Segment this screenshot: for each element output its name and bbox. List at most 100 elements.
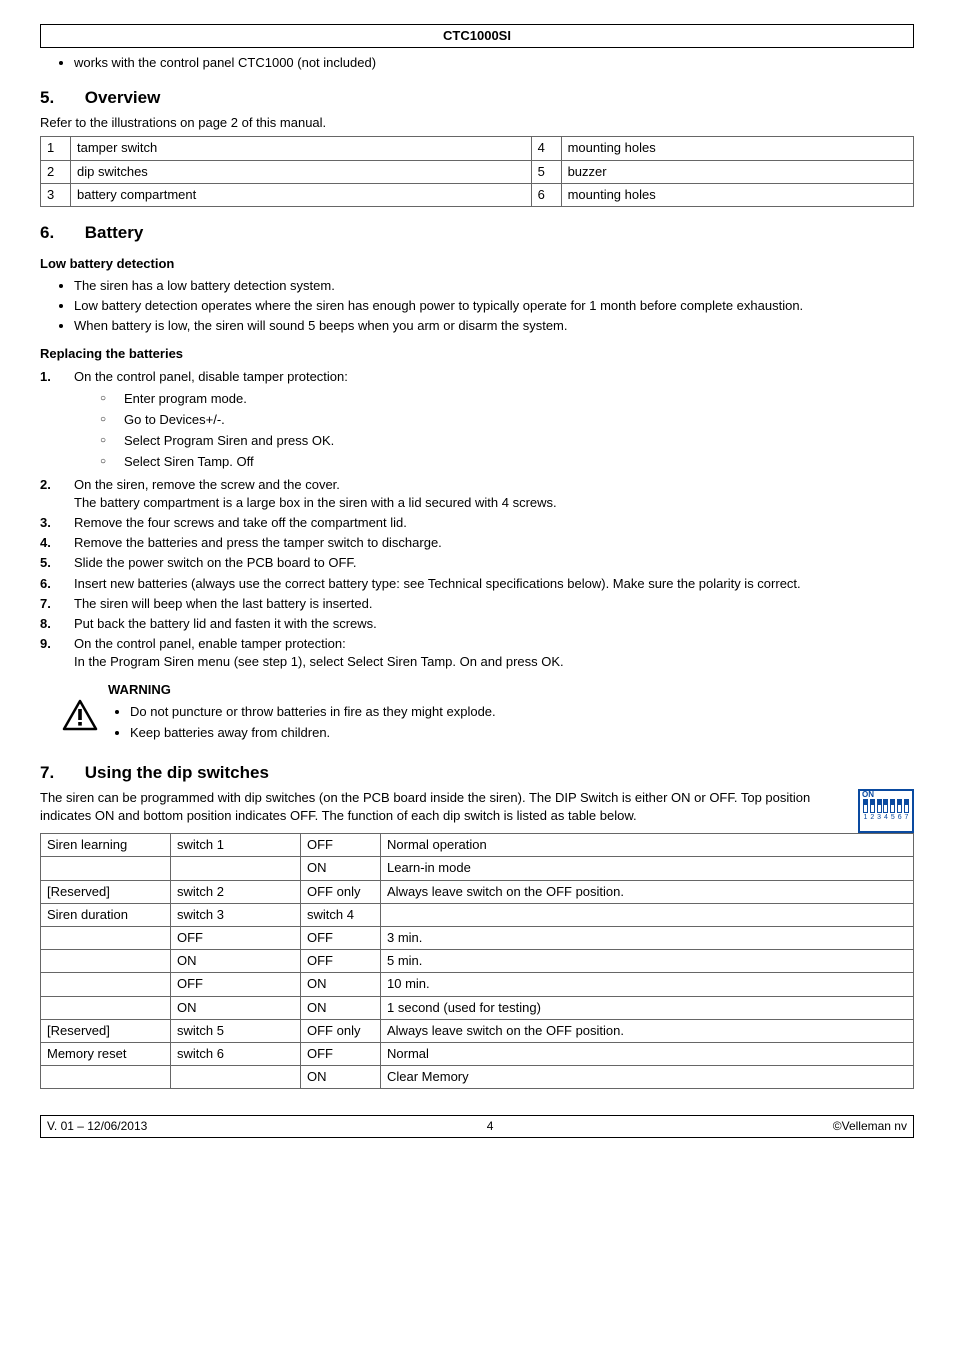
- dip-cell: Siren duration: [41, 903, 171, 926]
- dip-cell: OFF: [301, 1042, 381, 1065]
- step-7: The siren will beep when the last batter…: [40, 595, 914, 613]
- step-text: On the control panel, disable tamper pro…: [74, 369, 348, 384]
- dip-cell: Normal: [381, 1042, 914, 1065]
- dip-cell: 10 min.: [381, 973, 914, 996]
- dip-num: 7: [905, 813, 909, 823]
- section5-title: Overview: [85, 88, 161, 107]
- step-text: In the Program Siren menu (see step 1), …: [74, 654, 564, 669]
- dip-cell: ON: [171, 950, 301, 973]
- step-text: On the siren, remove the screw and the c…: [74, 477, 340, 492]
- low-battery-heading: Low battery detection: [40, 255, 914, 273]
- table-row: ON Clear Memory: [41, 1066, 914, 1089]
- table-row: 1 tamper switch 4 mounting holes: [41, 137, 914, 160]
- part-num: 1: [41, 137, 71, 160]
- dip-switch-cell: [883, 799, 888, 813]
- footer-center: 4: [487, 1118, 494, 1135]
- step-text: Put back the battery lid and fasten it w…: [74, 616, 377, 631]
- parts-table: 1 tamper switch 4 mounting holes 2 dip s…: [40, 136, 914, 207]
- dip-cell: Always leave switch on the OFF position.: [381, 1019, 914, 1042]
- dip-cell: switch 1: [171, 834, 301, 857]
- section7-heading: 7. Using the dip switches: [40, 761, 914, 785]
- section5-heading: 5. Overview: [40, 86, 914, 110]
- dip-cell: ON: [301, 996, 381, 1019]
- dip-cell: ON: [301, 1066, 381, 1089]
- dip-num: 4: [884, 813, 888, 823]
- step-8: Put back the battery lid and fasten it w…: [40, 615, 914, 633]
- dip-cell: [41, 926, 171, 949]
- warning-bullets: Do not puncture or throw batteries in fi…: [108, 703, 496, 742]
- step-5: Slide the power switch on the PCB board …: [40, 554, 914, 572]
- list-item: Do not puncture or throw batteries in fi…: [130, 703, 496, 721]
- warning-heading: WARNING: [108, 681, 496, 699]
- dip-cell: [41, 950, 171, 973]
- table-row: 2 dip switches 5 buzzer: [41, 160, 914, 183]
- table-row: [Reserved] switch 5 OFF only Always leav…: [41, 1019, 914, 1042]
- step-1-substeps: Enter program mode. Go to Devices+/-. Se…: [74, 390, 914, 472]
- dip-cell: Learn-in mode: [381, 857, 914, 880]
- top-bullet: works with the control panel CTC1000 (no…: [74, 54, 914, 72]
- dip-cell: [Reserved]: [41, 880, 171, 903]
- part-num: 5: [531, 160, 561, 183]
- dip-cell: ON: [301, 857, 381, 880]
- dip-cell: [171, 1066, 301, 1089]
- step-3: Remove the four screws and take off the …: [40, 514, 914, 532]
- step-text: The siren will beep when the last batter…: [74, 596, 372, 611]
- step-6: Insert new batteries (always use the cor…: [40, 575, 914, 593]
- dip-cell: switch 4: [301, 903, 381, 926]
- list-item: When battery is low, the siren will soun…: [74, 317, 914, 335]
- dip-cell: Normal operation: [381, 834, 914, 857]
- part-num: 3: [41, 183, 71, 206]
- dip-cell: OFF: [301, 834, 381, 857]
- step-1: On the control panel, disable tamper pro…: [40, 368, 914, 472]
- dip-switch-row: [860, 799, 912, 813]
- dip-switch-cell: [904, 799, 909, 813]
- footer-right: ©Velleman nv: [833, 1118, 907, 1135]
- dip-cell: OFF only: [301, 1019, 381, 1042]
- section6-title: Battery: [85, 223, 144, 242]
- step-text: On the control panel, enable tamper prot…: [74, 636, 346, 651]
- dip-switch-table: Siren learning switch 1 OFF Normal opera…: [40, 833, 914, 1089]
- substep: Select Siren Tamp. Off: [100, 453, 914, 471]
- dip-cell: Memory reset: [41, 1042, 171, 1065]
- dip-cell: OFF: [301, 926, 381, 949]
- dip-cell: [41, 1066, 171, 1089]
- substep: Go to Devices+/-.: [100, 411, 914, 429]
- step-text: The battery compartment is a large box i…: [74, 495, 557, 510]
- dip-cell: OFF only: [301, 880, 381, 903]
- section6-num: 6.: [40, 221, 80, 245]
- table-row: ON ON 1 second (used for testing): [41, 996, 914, 1019]
- replacing-heading: Replacing the batteries: [40, 345, 914, 363]
- part-desc: battery compartment: [71, 183, 532, 206]
- dip-cell: switch 6: [171, 1042, 301, 1065]
- dip-cell: [Reserved]: [41, 1019, 171, 1042]
- part-desc: buzzer: [561, 160, 913, 183]
- low-battery-list: The siren has a low battery detection sy…: [40, 277, 914, 336]
- dip-num-row: 1 2 3 4 5 6 7: [860, 813, 912, 823]
- dip-intro-wrap: The siren can be programmed with dip swi…: [40, 789, 914, 825]
- page-footer: V. 01 – 12/06/2013 4 ©Velleman nv: [40, 1115, 914, 1138]
- dip-num: 5: [891, 813, 895, 823]
- dip-num: 1: [863, 813, 867, 823]
- list-item: Low battery detection operates where the…: [74, 297, 914, 315]
- dip-on-label: ON: [860, 791, 912, 799]
- substep: Enter program mode.: [100, 390, 914, 408]
- dip-cell: [41, 996, 171, 1019]
- dip-cell: [41, 973, 171, 996]
- step-text: Insert new batteries (always use the cor…: [74, 576, 801, 591]
- substep: Select Program Siren and press OK.: [100, 432, 914, 450]
- step-text: Slide the power switch on the PCB board …: [74, 555, 357, 570]
- dip-switch-cell: [890, 799, 895, 813]
- dip-cell: OFF: [301, 950, 381, 973]
- dip-cell: OFF: [171, 973, 301, 996]
- dip-switch-cell: [870, 799, 875, 813]
- part-num: 6: [531, 183, 561, 206]
- table-row: [Reserved] switch 2 OFF only Always leav…: [41, 880, 914, 903]
- dip-cell: Siren learning: [41, 834, 171, 857]
- part-desc: mounting holes: [561, 183, 913, 206]
- dip-cell: switch 3: [171, 903, 301, 926]
- dip-cell: Always leave switch on the OFF position.: [381, 880, 914, 903]
- dip-switch-cell: [877, 799, 882, 813]
- warning-icon: [62, 699, 98, 745]
- dip-switch-icon: ON 1 2 3 4 5 6 7: [858, 789, 914, 833]
- list-item: Keep batteries away from children.: [130, 724, 496, 742]
